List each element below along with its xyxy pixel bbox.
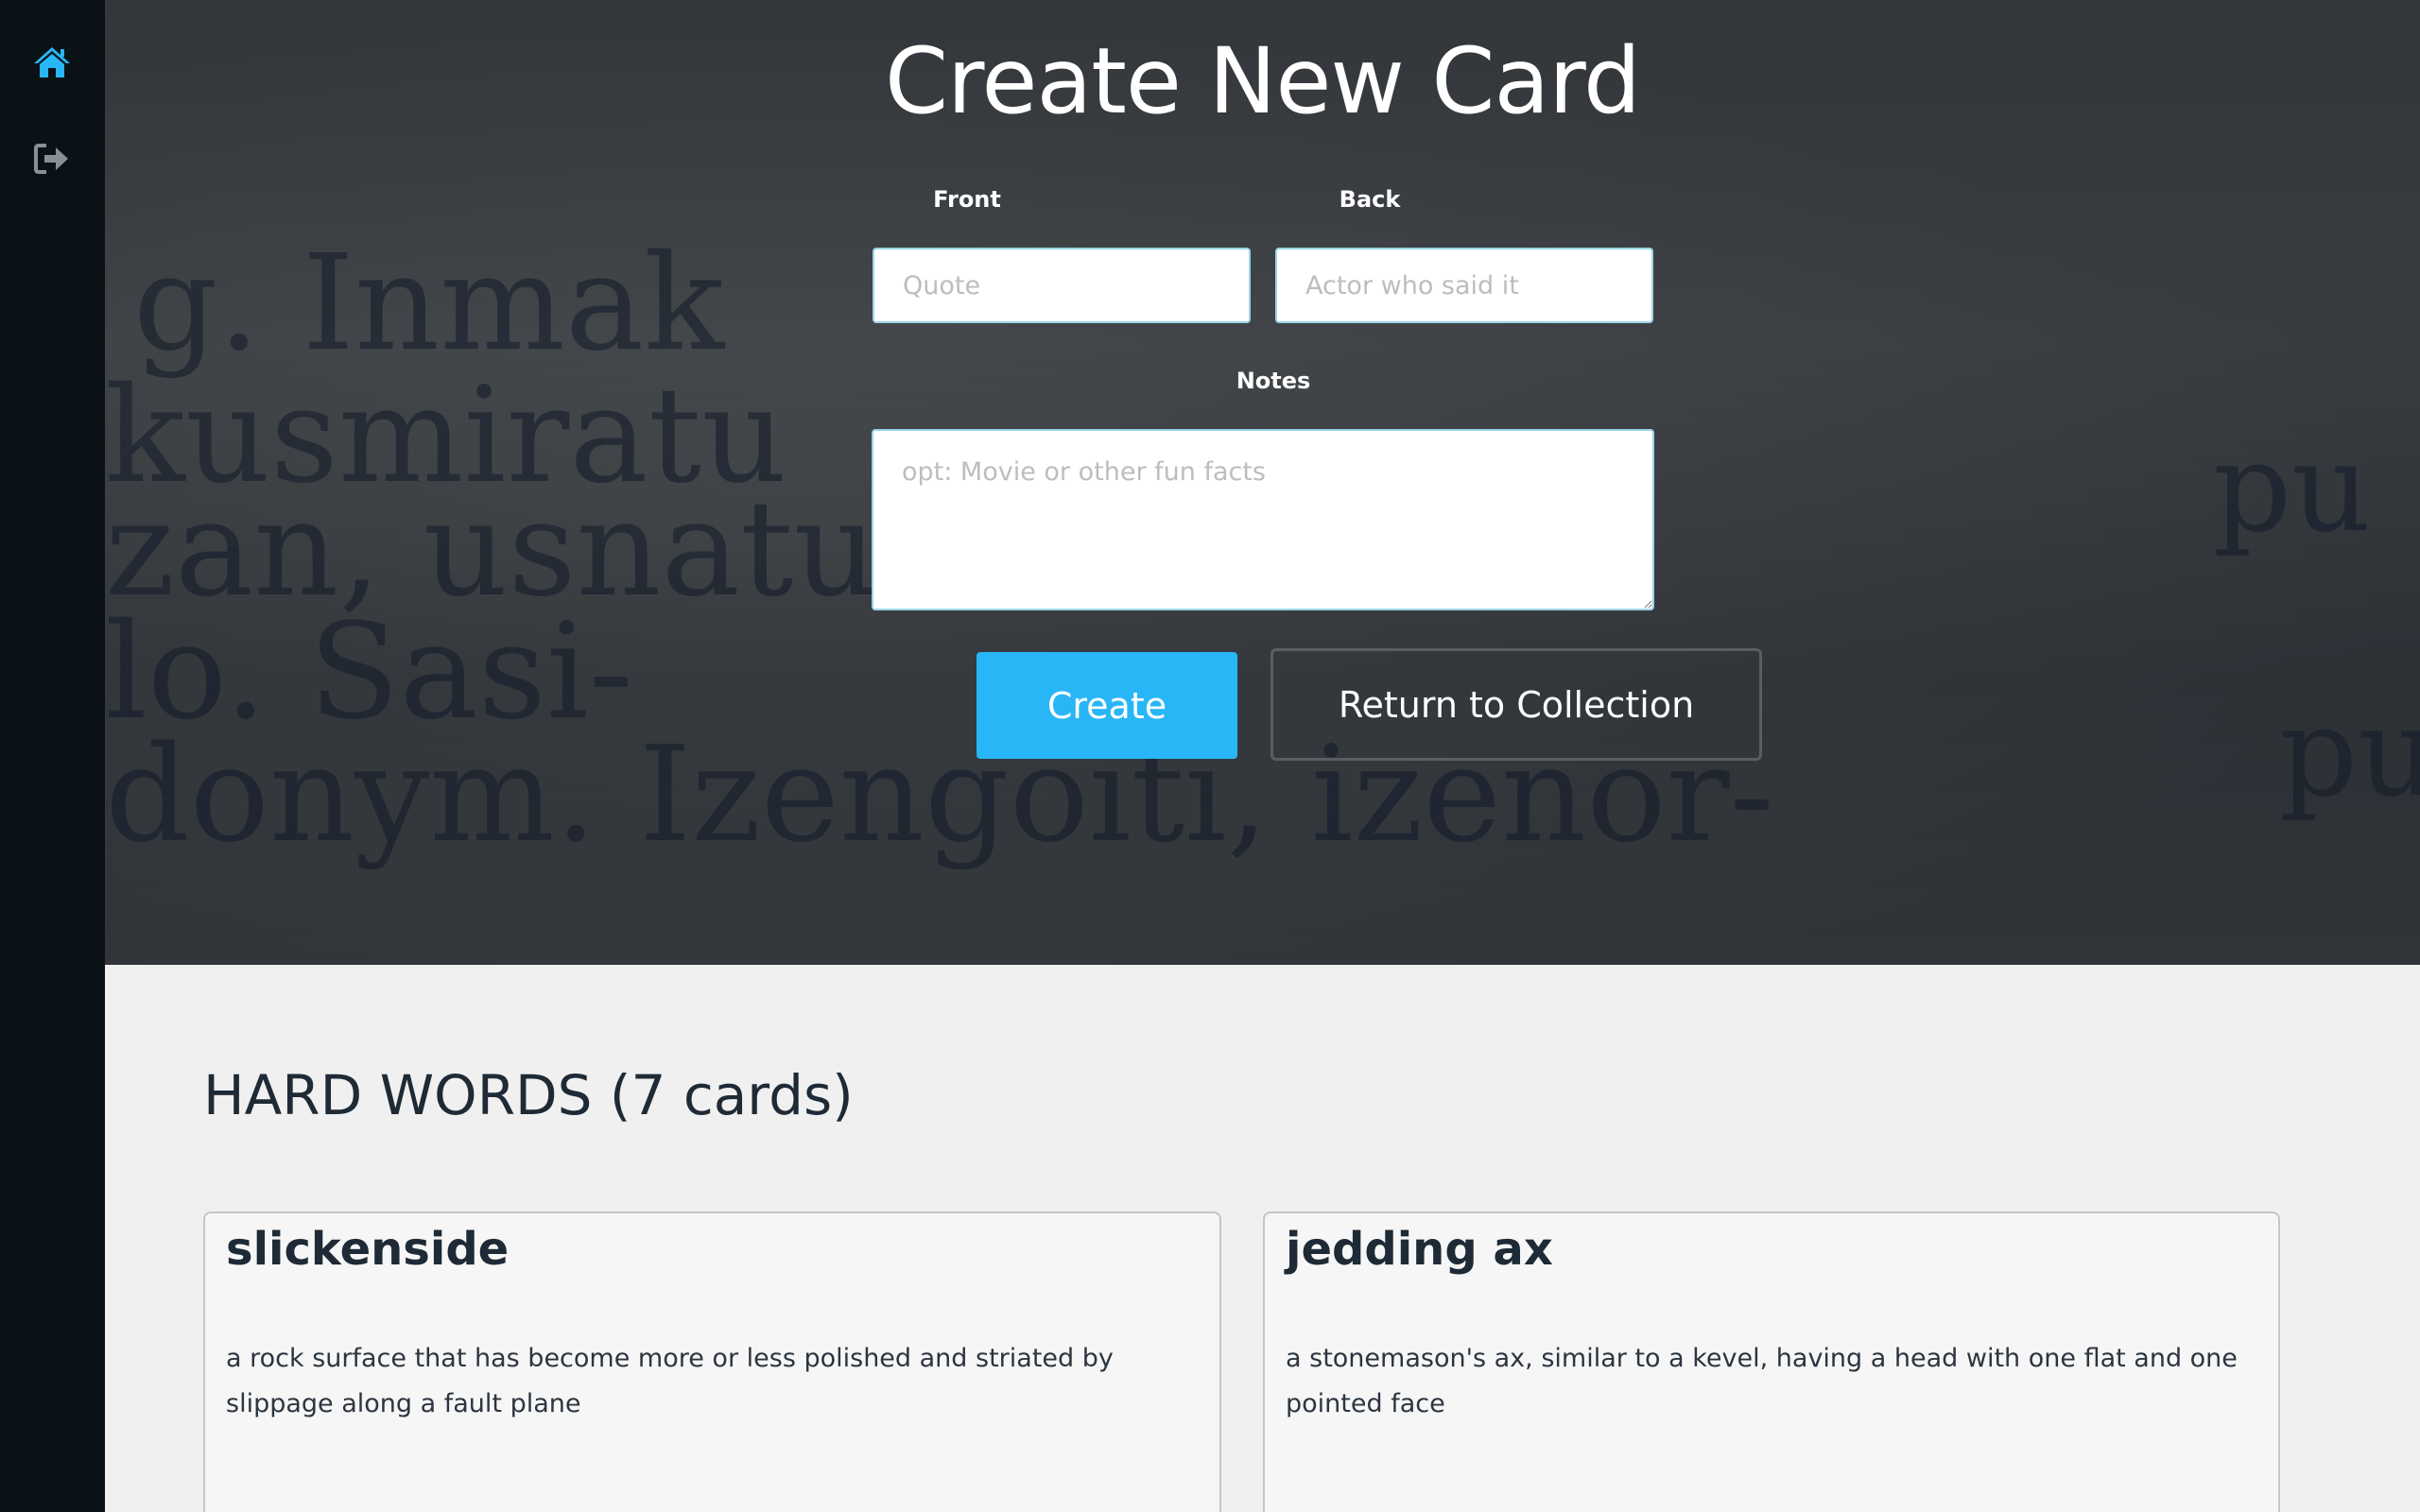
sidebar <box>0 0 105 1512</box>
home-icon <box>34 47 70 77</box>
back-label: Back <box>1339 186 1401 213</box>
card-front: slickenside <box>226 1223 510 1276</box>
card-front: jedding ax <box>1286 1223 1553 1276</box>
card-back: a stonemason's ax, similar to a kevel, h… <box>1286 1344 2238 1418</box>
collection-title: HARD WORDS (7 cards) <box>203 1063 854 1127</box>
sign-out-button[interactable] <box>21 128 83 190</box>
create-button[interactable]: Create <box>977 652 1237 759</box>
sign-out-icon <box>34 144 68 174</box>
return-to-collection-button[interactable]: Return to Collection <box>1270 648 1762 761</box>
card-back: a rock surface that has become more or l… <box>226 1344 1114 1418</box>
front-label: Front <box>933 186 1001 213</box>
page-title: Create New Card <box>885 28 1641 134</box>
home-button[interactable] <box>21 31 83 94</box>
notes-label: Notes <box>1236 368 1311 394</box>
front-input[interactable] <box>873 248 1251 323</box>
flashcard[interactable]: jedding ax a stonemason's ax, similar to… <box>1263 1211 2280 1512</box>
back-input[interactable] <box>1275 248 1653 323</box>
notes-textarea[interactable] <box>872 429 1654 610</box>
create-card-hero: g. Inmak kusmiratu zan, usnatu lo. Sasi-… <box>105 0 2420 965</box>
flashcard[interactable]: slickenside a rock surface that has beco… <box>203 1211 1221 1512</box>
